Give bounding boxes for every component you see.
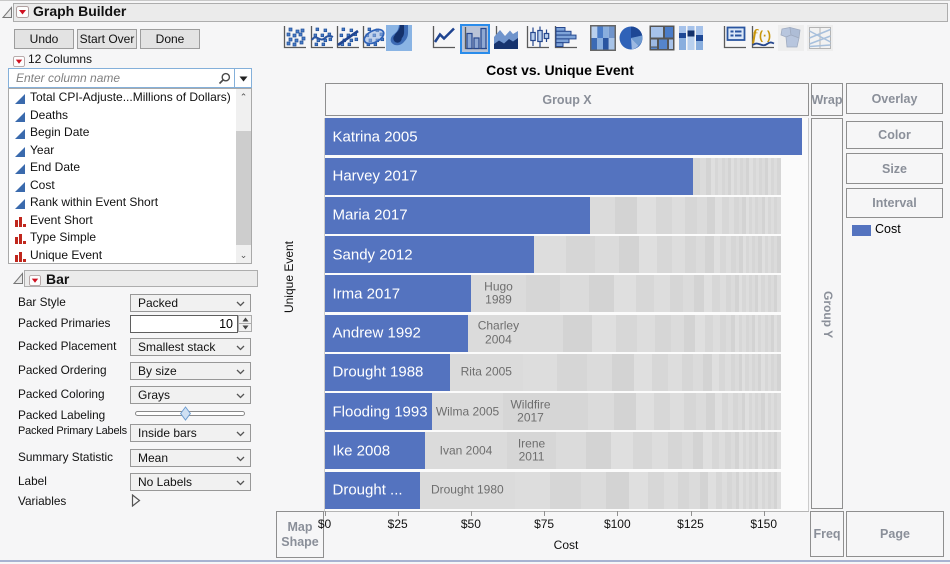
svg-text:f: f: [752, 27, 759, 44]
svg-text:(·): (·): [759, 29, 771, 43]
